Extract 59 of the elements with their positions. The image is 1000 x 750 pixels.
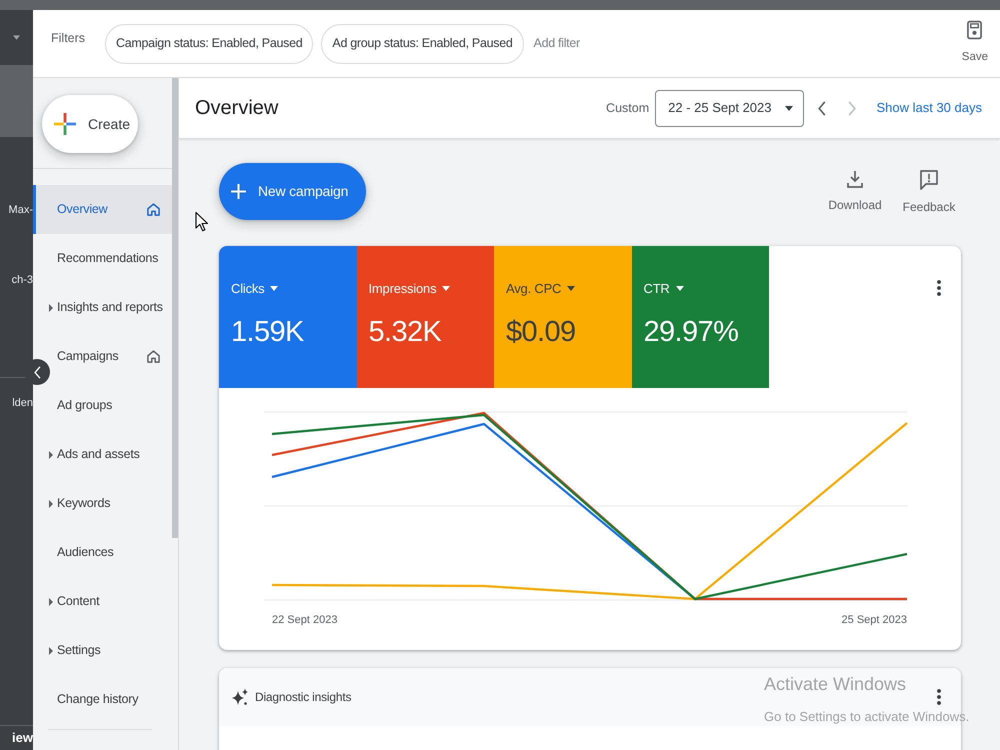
nav-item[interactable]: Keywords bbox=[33, 479, 172, 528]
filter-chip[interactable]: Campaign status: Enabled, Paused bbox=[105, 24, 314, 64]
chevron-right-icon bbox=[848, 100, 856, 116]
metric-value: 29.97% bbox=[644, 316, 740, 348]
insights-title: Diagnostic insights bbox=[255, 689, 352, 706]
feedback-button[interactable]: Feedback bbox=[901, 163, 957, 216]
nav-item[interactable]: Insights and reports bbox=[33, 283, 172, 332]
more-options-icon[interactable] bbox=[937, 689, 941, 705]
date-range-dropdown[interactable]: 22 - 25 Sept 2023 bbox=[655, 90, 804, 126]
plus-icon bbox=[54, 113, 76, 135]
activation-notice-text: Go to Settings to activate Windows. bbox=[764, 709, 970, 725]
caret-icon bbox=[270, 286, 278, 292]
caret-icon bbox=[785, 106, 794, 110]
metric-selector[interactable]: Avg. CPC bbox=[506, 279, 576, 298]
mouse-pointer-icon bbox=[195, 211, 208, 232]
rail-item[interactable]: ch-3 bbox=[0, 245, 33, 315]
sparkle-icon bbox=[231, 688, 249, 706]
filters-label: Filters bbox=[51, 30, 86, 47]
axis-label: 22 Sept 2023 bbox=[272, 614, 338, 626]
rail-item[interactable]: lden bbox=[0, 378, 33, 428]
nav-item[interactable]: Ads and assets bbox=[33, 430, 172, 479]
nav-item[interactable]: Recommendations bbox=[33, 234, 172, 283]
scrollbar[interactable] bbox=[172, 78, 178, 538]
plus-icon bbox=[231, 184, 246, 199]
caret-icon bbox=[442, 286, 450, 292]
rail-item[interactable]: Max- bbox=[0, 175, 33, 245]
metric-value: 5.32K bbox=[368, 316, 442, 348]
create-button[interactable]: Create bbox=[42, 95, 138, 153]
caret-icon bbox=[676, 286, 684, 292]
feedback-icon bbox=[920, 170, 938, 190]
nav-item[interactable]: Ad groups bbox=[33, 381, 172, 430]
chevron-left-icon bbox=[34, 366, 40, 378]
filter-chip[interactable]: Ad group status: Enabled, Paused bbox=[321, 24, 524, 64]
axis-label: 25 Sept 2023 bbox=[842, 614, 907, 626]
new-campaign-button[interactable]: New campaign bbox=[219, 163, 366, 220]
metric-value: 1.59K bbox=[231, 316, 305, 348]
metric-selector[interactable]: CTR bbox=[644, 279, 684, 298]
page-title: Overview bbox=[195, 96, 278, 120]
activation-notice-title: Activate Windows bbox=[764, 674, 906, 696]
nav-item[interactable]: Audiences bbox=[33, 528, 172, 577]
metric-value: $0.09 bbox=[506, 316, 577, 348]
download-button[interactable]: Download bbox=[827, 163, 883, 216]
nav-item[interactable]: Overview bbox=[33, 185, 172, 234]
caret-icon bbox=[567, 286, 576, 292]
more-options-icon[interactable] bbox=[937, 280, 941, 296]
chevron-left-icon bbox=[818, 100, 826, 116]
nav-item[interactable]: Campaigns bbox=[33, 332, 172, 381]
metric-selector[interactable]: Impressions bbox=[368, 279, 450, 298]
caret-icon[interactable] bbox=[13, 35, 20, 40]
download-icon bbox=[847, 170, 863, 188]
save-button[interactable]: Save bbox=[962, 20, 988, 67]
nav-item[interactable]: Content bbox=[33, 577, 172, 626]
metric-selector[interactable]: Clicks bbox=[231, 279, 278, 298]
date-preset-label: Custom bbox=[606, 100, 650, 117]
show-last-30-days-link[interactable]: Show last 30 days bbox=[876, 98, 982, 118]
nav-item[interactable]: Settings bbox=[33, 626, 172, 675]
add-filter-link[interactable]: Add filter bbox=[532, 34, 582, 53]
nav-item[interactable]: Change history bbox=[33, 675, 172, 724]
previous-period-button[interactable] bbox=[818, 100, 826, 116]
